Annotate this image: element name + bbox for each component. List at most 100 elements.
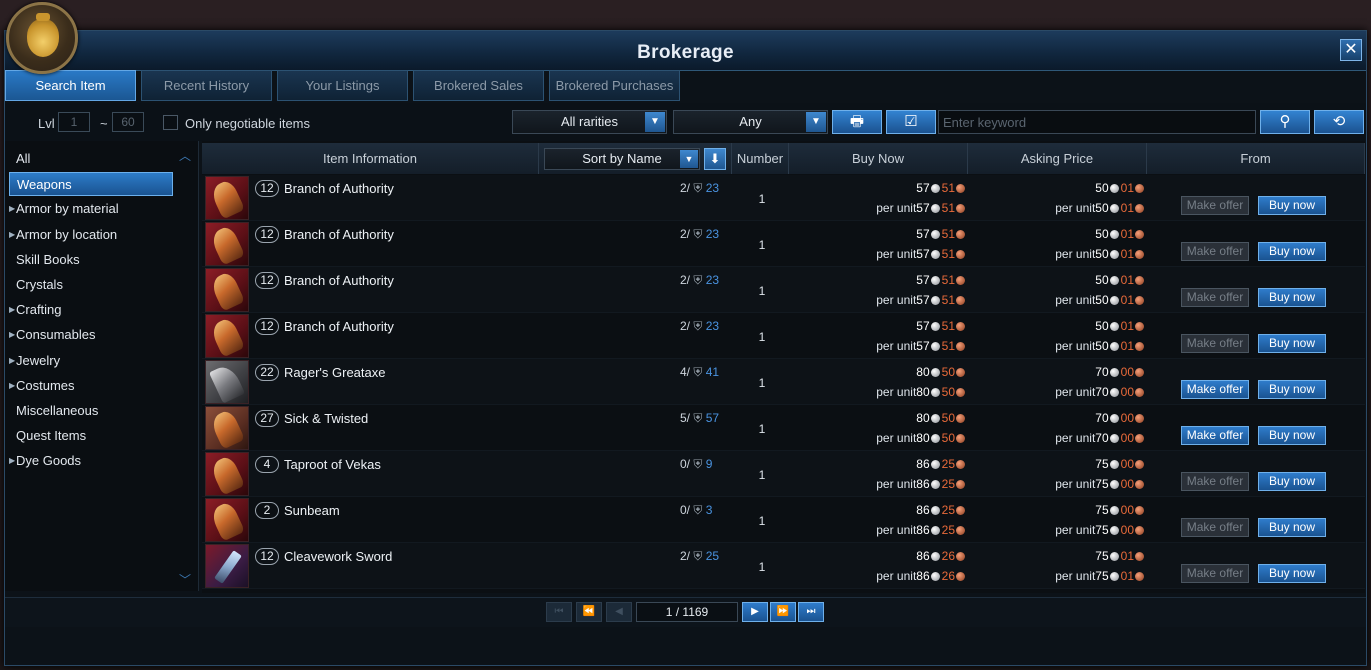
- item-name[interactable]: Branch of Authority: [284, 273, 394, 288]
- expand-arrow-icon: ▶: [9, 456, 16, 466]
- level-max-input[interactable]: 60: [112, 112, 144, 132]
- sidebar-item-armor-by-location[interactable]: ▶ Armor by location: [9, 223, 173, 247]
- preset-button[interactable]: 🖶: [832, 110, 882, 134]
- copper-amount: 00: [1120, 523, 1134, 537]
- copper-amount: 01: [1120, 201, 1134, 215]
- sidebar-item-miscellaneous[interactable]: Miscellaneous: [9, 399, 173, 423]
- make-offer-button: Make offer: [1181, 472, 1249, 491]
- copper-coin-icon: [1135, 572, 1144, 581]
- tab-brokered-purchases[interactable]: Brokered Purchases: [549, 70, 680, 101]
- negotiable-checkbox[interactable]: [163, 115, 178, 130]
- header-asking-price: Asking Price: [968, 143, 1147, 174]
- item-name[interactable]: Sunbeam: [284, 503, 340, 518]
- buy-now-button[interactable]: Buy now: [1258, 518, 1326, 537]
- buy-now-button[interactable]: Buy now: [1258, 288, 1326, 307]
- make-offer-button[interactable]: Make offer: [1181, 380, 1249, 399]
- scroll-up-icon[interactable]: ︿: [177, 147, 193, 163]
- buy-now-button[interactable]: Buy now: [1258, 196, 1326, 215]
- copper-amount: 00: [1120, 365, 1134, 379]
- page-indicator[interactable]: 1 / 1169: [636, 602, 738, 622]
- sidebar-item-quest-items[interactable]: Quest Items: [9, 424, 173, 448]
- copper-coin-icon: [956, 296, 965, 305]
- rarity-dropdown[interactable]: All rarities ▼: [512, 110, 667, 134]
- sword-icon[interactable]: [205, 406, 249, 450]
- sidebar-item-dye-goods[interactable]: ▶ Dye Goods: [9, 449, 173, 473]
- item-name[interactable]: Branch of Authority: [284, 227, 394, 242]
- asking-price: 50 01: [1095, 181, 1144, 195]
- tab-your-listings[interactable]: Your Listings: [277, 70, 408, 101]
- level-min-input[interactable]: 1: [58, 112, 90, 132]
- tab-search-item[interactable]: Search Item: [5, 70, 136, 101]
- sort-direction-button[interactable]: ⬇: [704, 148, 726, 170]
- make-offer-button: Make offer: [1181, 288, 1249, 307]
- item-name[interactable]: Branch of Authority: [284, 319, 394, 334]
- item-name[interactable]: Rager's Greataxe: [284, 365, 385, 380]
- armor-icon: ⛨: [690, 411, 706, 425]
- prev-ten-button[interactable]: ⏪: [576, 602, 602, 622]
- sidebar-item-armor-by-material[interactable]: ▶ Armor by material: [9, 197, 173, 221]
- buy-now-button[interactable]: Buy now: [1258, 426, 1326, 445]
- copper-amount: 01: [1120, 293, 1134, 307]
- copper-coin-icon: [956, 572, 965, 581]
- item-slots: 0/ ⛨ 3: [680, 503, 712, 518]
- next-page-button[interactable]: ▶: [742, 602, 768, 622]
- staff-icon[interactable]: [205, 222, 249, 266]
- scroll-down-icon[interactable]: ﹀: [177, 571, 193, 587]
- sidebar-item-skill-books[interactable]: Skill Books: [9, 248, 173, 272]
- staff-icon[interactable]: [205, 314, 249, 358]
- tab-recent-history[interactable]: Recent History: [141, 70, 272, 101]
- asking-unit-price: per unit50 01: [1055, 247, 1144, 261]
- asking-price: 50 01: [1095, 227, 1144, 241]
- tab-brokered-sales[interactable]: Brokered Sales: [413, 70, 544, 101]
- buy-now-button[interactable]: Buy now: [1258, 334, 1326, 353]
- item-name[interactable]: Taproot of Vekas: [284, 457, 381, 472]
- last-page-button[interactable]: ⏭: [798, 602, 824, 622]
- first-page-button[interactable]: ⏮: [546, 602, 572, 622]
- copper-amount: 26: [941, 569, 955, 583]
- slots-used: 2/: [680, 319, 691, 333]
- sidebar-item-jewelry[interactable]: ▶ Jewelry: [9, 349, 173, 373]
- sidebar-item-costumes[interactable]: ▶ Costumes: [9, 374, 173, 398]
- asking-unit-price: per unit75 01: [1055, 569, 1144, 583]
- staff-icon[interactable]: [205, 176, 249, 220]
- sidebar-item-crafting[interactable]: ▶ Crafting: [9, 298, 173, 322]
- item-name[interactable]: Sick & Twisted: [284, 411, 368, 426]
- buy-now-button[interactable]: Buy now: [1258, 242, 1326, 261]
- sidebar-item-all[interactable]: All: [9, 147, 173, 171]
- table-body: 12 Branch of Authority 2/ ⛨ 23 1 57 51 per uni…: [202, 175, 1365, 589]
- item-slots: 2/ ⛨ 23: [680, 181, 719, 196]
- prev-page-button[interactable]: ◀: [606, 602, 632, 622]
- asking-unit-price: per unit50 01: [1055, 339, 1144, 353]
- item-glyph: [208, 224, 246, 266]
- search-button[interactable]: ⚲: [1260, 110, 1310, 134]
- close-button[interactable]: ✕: [1340, 39, 1362, 61]
- reset-button[interactable]: ⟲: [1314, 110, 1364, 134]
- staff-icon[interactable]: [205, 498, 249, 542]
- item-glyph: [208, 500, 246, 542]
- arrow-down-icon: ⬇: [709, 151, 721, 166]
- copper-coin-icon: [956, 388, 965, 397]
- buy-now-button[interactable]: Buy now: [1258, 380, 1326, 399]
- staff-icon[interactable]: [205, 452, 249, 496]
- greatsword-icon[interactable]: [205, 544, 249, 588]
- silver-amount: 70: [1095, 431, 1109, 445]
- silver-coin-icon: [930, 296, 940, 305]
- keyword-search-input[interactable]: [938, 110, 1256, 134]
- buy-now-button[interactable]: Buy now: [1258, 564, 1326, 583]
- item-name[interactable]: Cleavework Sword: [284, 549, 392, 564]
- sidebar-item-consumables[interactable]: ▶ Consumables: [9, 323, 173, 347]
- usable-filter-button[interactable]: ☑: [886, 110, 936, 134]
- next-ten-button[interactable]: ⏩: [770, 602, 796, 622]
- staff-icon[interactable]: [205, 268, 249, 312]
- sort-dropdown[interactable]: Sort by Name ▼: [544, 148, 700, 170]
- axe-icon[interactable]: [205, 360, 249, 404]
- item-name[interactable]: Branch of Authority: [284, 181, 394, 196]
- grade-value: Any: [739, 114, 762, 129]
- buy-now-button[interactable]: Buy now: [1258, 472, 1326, 491]
- sidebar-item-weapons[interactable]: Weapons: [9, 172, 173, 197]
- asking-unit-price: per unit50 01: [1055, 293, 1144, 307]
- grade-dropdown[interactable]: Any ▼: [673, 110, 828, 134]
- silver-amount: 50: [1095, 293, 1109, 307]
- make-offer-button[interactable]: Make offer: [1181, 426, 1249, 445]
- sidebar-item-crystals[interactable]: Crystals: [9, 273, 173, 297]
